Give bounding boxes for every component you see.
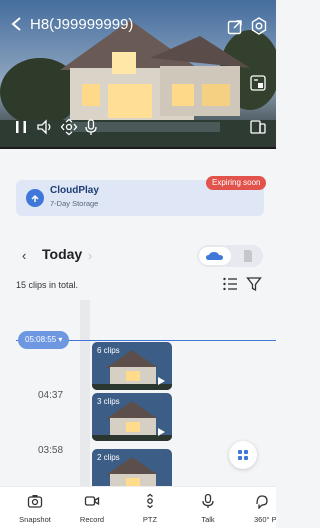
panorama-label: 360° P bbox=[254, 515, 276, 524]
sd-card-source-tab[interactable] bbox=[235, 247, 261, 265]
talk-button[interactable]: Talk bbox=[180, 487, 236, 528]
clip-count-label: 3 clips bbox=[97, 397, 120, 406]
pause-icon[interactable] bbox=[12, 118, 30, 136]
clip-group-card[interactable]: 3 clips bbox=[92, 393, 172, 441]
play-icon bbox=[158, 428, 165, 436]
play-icon bbox=[158, 377, 165, 385]
mic-icon bbox=[202, 493, 214, 508]
sd-card-icon bbox=[244, 250, 252, 262]
timeline-axis bbox=[80, 300, 90, 488]
storage-source-toggle bbox=[197, 245, 263, 267]
picture-in-picture-icon[interactable] bbox=[249, 74, 267, 92]
volume-icon[interactable] bbox=[36, 118, 54, 136]
split-screen-icon[interactable] bbox=[249, 118, 267, 136]
ptz-icon[interactable] bbox=[60, 118, 78, 136]
filter-icon[interactable] bbox=[246, 276, 262, 292]
list-view-icon[interactable] bbox=[222, 276, 238, 292]
next-day-button[interactable]: › bbox=[88, 248, 92, 263]
record-label: Record bbox=[79, 515, 105, 524]
camera-title: H8(J99999999) bbox=[30, 16, 134, 33]
date-label[interactable]: Today bbox=[42, 246, 82, 262]
panorama-icon bbox=[256, 495, 268, 509]
record-button[interactable]: Record bbox=[64, 487, 120, 528]
cloud-upload-icon bbox=[26, 189, 44, 207]
camera-icon bbox=[27, 495, 43, 508]
clip-count-label: 6 clips bbox=[97, 346, 120, 355]
clip-group-card[interactable]: 2 clips bbox=[92, 449, 172, 488]
clips-total-text: 15 clips in total. bbox=[16, 280, 79, 290]
mic-icon[interactable] bbox=[82, 118, 100, 136]
snapshot-label: Snapshot bbox=[19, 515, 51, 524]
cloud-source-tab[interactable] bbox=[199, 247, 231, 265]
cloudplay-title: CloudPlay bbox=[50, 185, 99, 196]
current-time-pill[interactable]: 05:08:55 ▾ bbox=[18, 331, 70, 349]
talk-label: Talk bbox=[201, 515, 215, 524]
snapshot-button[interactable]: Snapshot bbox=[7, 487, 63, 528]
playback-progress-bar[interactable] bbox=[0, 147, 276, 149]
panorama-button[interactable]: 360° P bbox=[234, 487, 276, 528]
expiring-badge: Expiring soon bbox=[206, 176, 267, 190]
timeline-time-label: 04:37 bbox=[38, 390, 64, 401]
timeline-time-label: 03:58 bbox=[38, 445, 64, 456]
clip-group-card[interactable]: 6 clips bbox=[92, 342, 172, 390]
prev-day-button[interactable]: ‹ bbox=[22, 248, 26, 263]
chevron-left-icon[interactable] bbox=[10, 16, 24, 32]
ptz-button[interactable]: PTZ bbox=[122, 487, 178, 528]
cloudplay-subtitle: 7-Day Storage bbox=[50, 199, 99, 208]
share-icon[interactable] bbox=[227, 19, 243, 35]
ptz-label: PTZ bbox=[142, 515, 158, 524]
video-controls bbox=[0, 116, 276, 138]
ptz-icon bbox=[147, 493, 153, 509]
gear-icon[interactable] bbox=[250, 17, 268, 35]
grid-view-button[interactable] bbox=[229, 441, 257, 469]
video-icon bbox=[84, 496, 100, 506]
cloud-icon bbox=[206, 252, 223, 260]
bottom-toolbar: Snapshot Record PTZ Talk 360° P bbox=[0, 486, 276, 528]
grid-icon bbox=[238, 450, 248, 460]
video-preview[interactable]: H8(J99999999) bbox=[0, 0, 276, 148]
clip-count-label: 2 clips bbox=[97, 453, 120, 462]
